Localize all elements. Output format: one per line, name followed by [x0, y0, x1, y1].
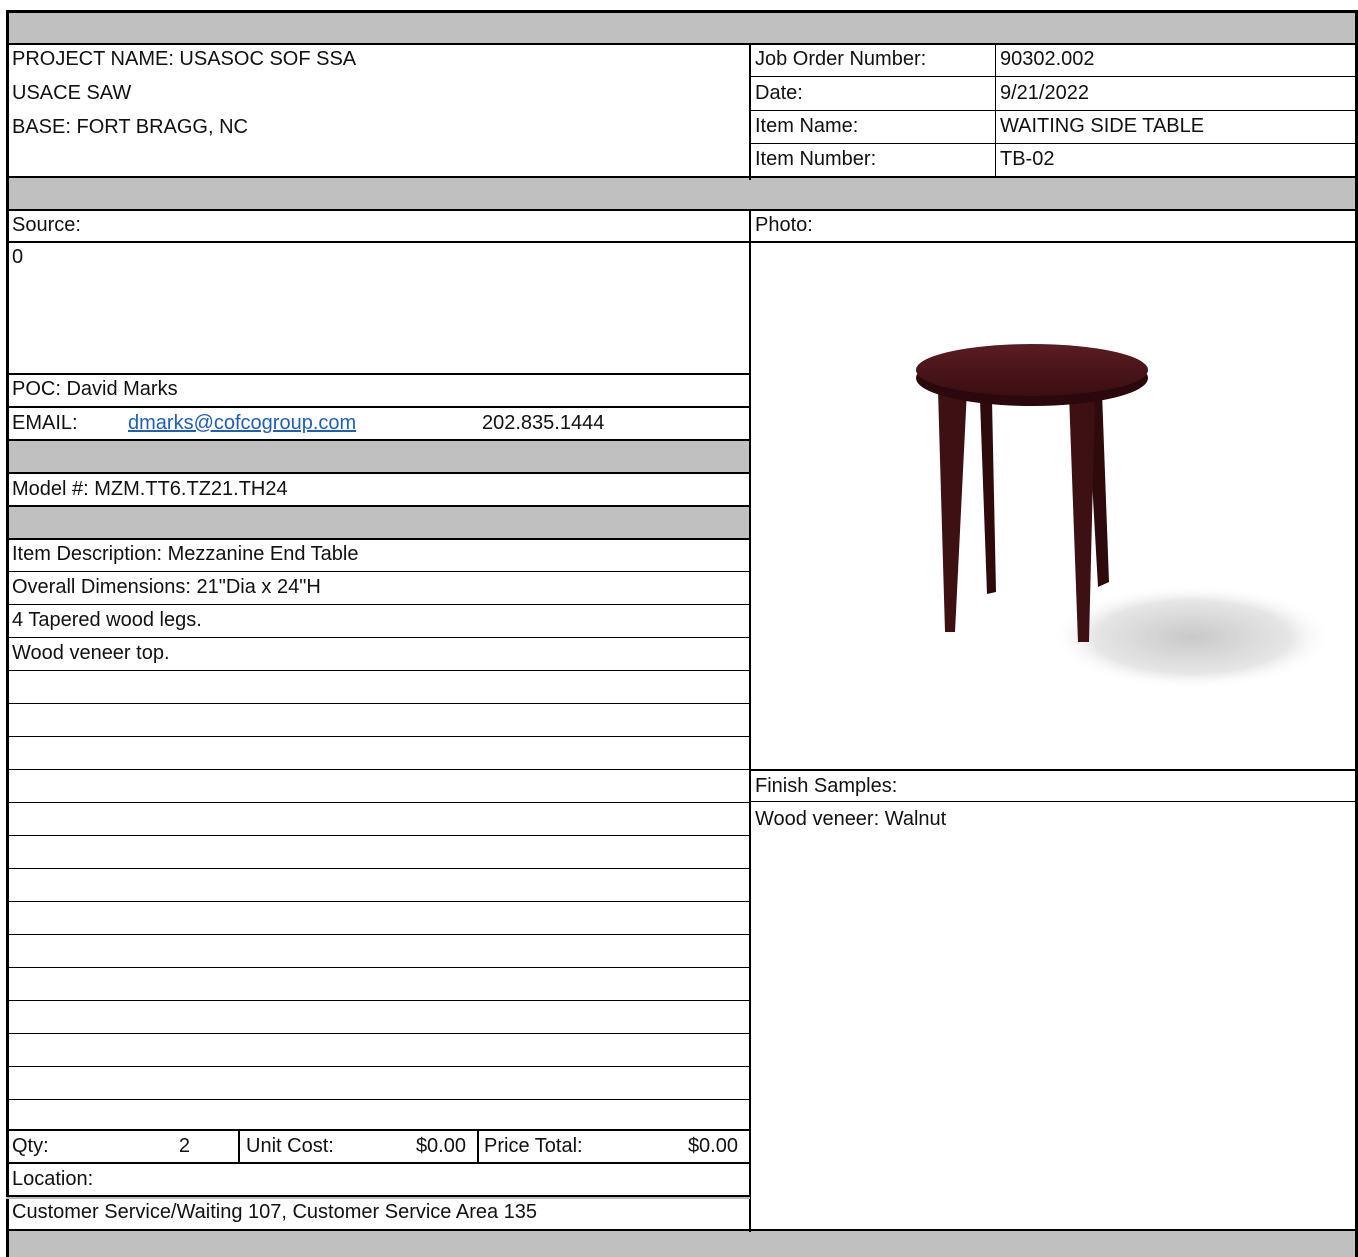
line: [6, 439, 750, 441]
line: [750, 143, 1356, 144]
date-label: Date:: [755, 82, 803, 104]
project-name: PROJECT NAME: USASOC SOF SSA: [12, 48, 357, 70]
qty-value: 2: [178, 1135, 190, 1157]
source-label: Source:: [12, 214, 81, 236]
email-link[interactable]: dmarks@cofcogroup.com: [128, 410, 356, 436]
line: [6, 1162, 750, 1164]
description-line-2: Overall Dimensions: 21"Dia x 24"H: [12, 576, 321, 598]
phone: 202.835.1444: [482, 412, 605, 434]
unit-cost-label: Unit Cost:: [246, 1135, 334, 1157]
job-order-value: 90302.002: [1000, 48, 1095, 70]
table-leg-front-left: [938, 390, 967, 632]
location-label: Location:: [12, 1168, 94, 1190]
line: [6, 769, 750, 770]
model-number: Model #: MZM.TT6.TZ21.TH24: [12, 478, 288, 500]
finish-value: Wood veneer: Walnut: [755, 808, 947, 830]
line: [6, 209, 1358, 211]
line: [6, 868, 750, 869]
unit-cost-value: $0.00: [415, 1135, 466, 1157]
line: [6, 1099, 750, 1100]
top-border: [6, 10, 1358, 13]
line: [6, 571, 750, 572]
description-line-1: Item Description: Mezzanine End Table: [12, 543, 359, 565]
table-leg-back-left: [980, 400, 996, 594]
line: [6, 835, 750, 836]
section-band-2: [8, 440, 750, 472]
description-line-4: Wood veneer top.: [12, 642, 170, 664]
header-band: [8, 10, 1358, 44]
line: [6, 1129, 750, 1131]
line: [750, 801, 1356, 802]
agency: USACE SAW: [12, 82, 132, 104]
section-band-1: [8, 178, 1358, 210]
line: [750, 76, 1356, 77]
finish-label: Finish Samples:: [755, 775, 898, 797]
section-band-3: [8, 506, 750, 539]
line: [6, 373, 750, 375]
column-divider-top: [749, 44, 751, 180]
table-photo: [916, 344, 1332, 689]
line: [6, 176, 1358, 178]
line: [6, 1066, 750, 1067]
line: [6, 967, 750, 968]
email-label: EMAIL:: [12, 412, 78, 434]
line: [6, 901, 750, 902]
price-total-label: Price Total:: [484, 1135, 583, 1157]
line: [6, 538, 750, 540]
job-order-label: Job Order Number:: [755, 48, 927, 70]
price-total-value: $0.00: [687, 1135, 738, 1157]
base-location: BASE: FORT BRAGG, NC: [12, 116, 248, 138]
line: [6, 472, 750, 474]
line: [750, 110, 1356, 111]
line: [6, 241, 750, 243]
date-value: 9/21/2022: [1000, 82, 1089, 104]
poc: POC: David Marks: [12, 378, 178, 400]
column-divider-main: [749, 209, 751, 1232]
qty-label: Qty:: [12, 1135, 49, 1157]
item-number-value: TB-02: [1000, 148, 1055, 170]
line: [6, 637, 750, 638]
table-shadow: [1052, 585, 1332, 689]
photo-label: Photo:: [755, 214, 813, 236]
footer-band: [8, 1230, 1358, 1257]
location-value: Customer Service/Waiting 107, Customer S…: [12, 1201, 538, 1223]
left-border: [6, 10, 9, 1257]
line: [6, 43, 1358, 45]
line: [6, 1033, 750, 1034]
line: [6, 802, 750, 803]
item-name-value: WAITING SIDE TABLE: [1000, 115, 1205, 137]
source-value: 0: [12, 246, 24, 268]
line: [6, 736, 750, 737]
line: [750, 241, 1356, 243]
line: [6, 406, 750, 408]
info-column-divider: [995, 44, 996, 178]
line: [6, 505, 750, 507]
line: [6, 703, 750, 704]
line: [6, 604, 750, 605]
line: [6, 1197, 750, 1199]
line: [750, 769, 1356, 771]
item-name-label: Item Name:: [755, 115, 859, 137]
item-number-label: Item Number:: [755, 148, 877, 170]
line: [6, 1229, 1358, 1231]
line: [6, 934, 750, 935]
description-line-3: 4 Tapered wood legs.: [12, 609, 202, 631]
line: [6, 1000, 750, 1001]
line: [6, 670, 750, 671]
cost-divider-1: [238, 1129, 240, 1163]
cost-divider-2: [477, 1129, 479, 1163]
table-top: [916, 344, 1148, 396]
